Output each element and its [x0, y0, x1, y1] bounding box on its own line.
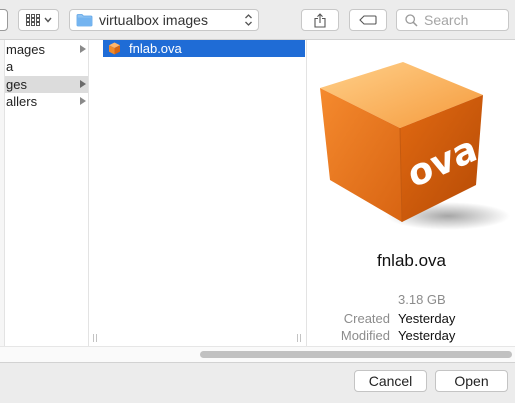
disclosure-arrow-icon [80, 45, 86, 53]
cancel-button[interactable]: Cancel [354, 370, 427, 392]
tag-icon [359, 15, 377, 25]
view-mode-button[interactable] [18, 9, 59, 31]
search-placeholder: Search [424, 12, 469, 28]
search-field[interactable]: Search [396, 9, 509, 31]
ova-cube-icon: ova [320, 62, 510, 230]
chevron-down-icon [43, 17, 52, 23]
preview-file-name: fnlab.ova [377, 251, 446, 270]
tag-button[interactable] [349, 9, 387, 31]
open-button[interactable]: Open [435, 370, 508, 392]
folder-item[interactable]: a [5, 58, 88, 75]
preview-size-value: 3.18 GB [398, 292, 446, 307]
folder-item-selected[interactable]: ges [5, 76, 88, 93]
folder-item-label: a [6, 59, 14, 74]
open-file-dialog: virtualbox images Search mages a ges all… [0, 0, 515, 403]
file-item-selected[interactable]: fnlab.ova [103, 40, 305, 57]
created-value: Yesterday [398, 311, 456, 326]
dialog-footer: Cancel Open [0, 362, 515, 403]
disclosure-arrow-icon [80, 97, 86, 105]
grid-view-icon [25, 14, 40, 26]
modified-label: Modified [340, 328, 390, 343]
folder-item-label: mages [6, 42, 46, 57]
column-browser: mages a ges allers fnlab.ova ova fnlab.o… [0, 40, 515, 362]
disclosure-arrow-icon [80, 80, 86, 88]
parent-folder-column[interactable]: mages a ges allers [0, 40, 97, 346]
toolbar: virtualbox images Search [0, 0, 515, 40]
folder-item[interactable]: allers [5, 93, 88, 110]
preview-pane: ova fnlab.ova 3.18 GB Created Yesterday … [308, 40, 515, 346]
folder-item[interactable]: mages [5, 41, 88, 58]
file-item-label: fnlab.ova [129, 41, 182, 56]
up-down-chevron-icon [245, 14, 252, 26]
scrollbar-thumb[interactable] [200, 351, 512, 358]
location-label: virtualbox images [99, 12, 208, 28]
ova-file-icon [109, 42, 120, 55]
modified-value: Yesterday [398, 328, 456, 343]
folder-item-label: allers [6, 94, 38, 109]
sidebar-toggle-button[interactable] [0, 9, 8, 31]
share-icon [314, 12, 326, 28]
folder-item-label: ges [6, 77, 27, 92]
folder-icon [76, 14, 93, 27]
horizontal-scrollbar[interactable] [0, 346, 515, 362]
file-column[interactable]: fnlab.ova [90, 40, 307, 346]
share-button[interactable] [301, 9, 339, 31]
search-icon [405, 13, 418, 27]
column-resize-handle[interactable] [297, 334, 303, 342]
created-label: Created [343, 311, 390, 326]
location-popup[interactable]: virtualbox images [69, 9, 259, 31]
